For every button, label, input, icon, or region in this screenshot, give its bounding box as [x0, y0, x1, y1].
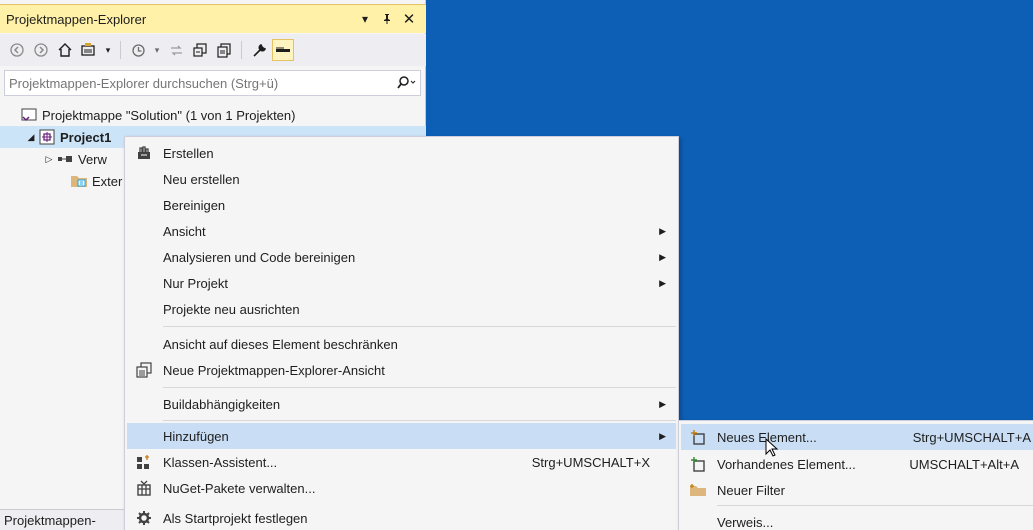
- collapse-icon[interactable]: [189, 39, 211, 61]
- menu-item-add[interactable]: Hinzufügen ▶: [127, 423, 676, 449]
- folder-icon: [70, 173, 88, 189]
- back-icon[interactable]: [6, 39, 28, 61]
- menu-item-build-dependencies[interactable]: Buildabhängigkeiten ▶: [127, 391, 676, 417]
- menu-item-project-only[interactable]: Nur Projekt ▶: [127, 270, 676, 296]
- menu-item-set-startup[interactable]: Als Startprojekt festlegen: [127, 505, 676, 530]
- switch-views-icon[interactable]: [78, 39, 100, 61]
- menu-label: Erstellen: [163, 145, 214, 161]
- tree-item-external[interactable]: Exter: [70, 170, 122, 192]
- search-input[interactable]: [9, 75, 392, 91]
- forward-icon[interactable]: [30, 39, 52, 61]
- tree-item-references[interactable]: ▷ Verw: [42, 148, 107, 170]
- menu-label: Hinzufügen: [163, 428, 229, 444]
- submenu-arrow-icon: ▶: [659, 251, 666, 262]
- home-icon[interactable]: [54, 39, 76, 61]
- menu-item-view[interactable]: Ansicht ▶: [127, 218, 676, 244]
- settings-icon: [127, 510, 161, 526]
- solution-icon: [20, 107, 38, 123]
- submenu-item-new-filter[interactable]: Neuer Filter: [681, 477, 1033, 503]
- menu-item-scope-to-this[interactable]: Ansicht auf dieses Element beschränken: [127, 331, 676, 357]
- pin-icon[interactable]: [378, 10, 396, 28]
- panel-title: Projektmappen-Explorer: [6, 11, 147, 27]
- menu-label: Neu erstellen: [163, 171, 240, 187]
- tree-item-solution[interactable]: Projektmappe "Solution" (1 von 1 Projekt…: [20, 104, 295, 126]
- solution-label: Projektmappe "Solution" (1 von 1 Projekt…: [42, 107, 296, 123]
- panel-toolbar: ▾ ▾: [0, 34, 426, 66]
- menu-label: Buildabhängigkeiten: [163, 396, 281, 412]
- menu-item-build[interactable]: Erstellen: [127, 140, 676, 166]
- menu-label: Klassen-Assistent...: [163, 454, 278, 470]
- properties-icon[interactable]: [248, 39, 270, 61]
- window-position-dropdown-icon[interactable]: ▾: [356, 10, 374, 28]
- menu-label: Verweis...: [717, 514, 774, 530]
- collapse-arrow-icon[interactable]: ◢: [24, 132, 38, 143]
- close-icon[interactable]: ✕: [400, 10, 418, 28]
- toolbar-separator: [241, 41, 242, 59]
- menu-label: Ansicht auf dieses Element beschränken: [163, 336, 398, 352]
- menu-label: Nur Projekt: [163, 275, 229, 291]
- menu-separator: [163, 387, 676, 388]
- menu-shortcut: Strg+UMSCHALT+X: [531, 454, 650, 470]
- expand-arrow-icon[interactable]: ▷: [42, 154, 56, 165]
- submenu-arrow-icon: ▶: [659, 398, 666, 409]
- project-label: Project1: [60, 129, 112, 145]
- existing-item-icon: [681, 456, 715, 472]
- menu-label: Neue Projektmappen-Explorer-Ansicht: [163, 362, 385, 378]
- references-label: Verw: [78, 151, 107, 167]
- preview-icon[interactable]: [272, 39, 294, 61]
- context-menu: Erstellen Neu erstellen Bereinigen Ansic…: [124, 136, 679, 530]
- menu-item-rebuild[interactable]: Neu erstellen: [127, 166, 676, 192]
- menu-label: Vorhandenes Element...: [717, 456, 856, 472]
- references-icon: [56, 151, 74, 167]
- project-icon: [38, 129, 56, 145]
- menu-separator: [163, 420, 676, 421]
- build-icon: [127, 145, 161, 161]
- menu-item-analyze[interactable]: Analysieren und Code bereinigen ▶: [127, 244, 676, 270]
- submenu-item-new-item[interactable]: Neues Element... Strg+UMSCHALT+A: [681, 424, 1033, 450]
- menu-item-class-wizard[interactable]: Klassen-Assistent... Strg+UMSCHALT+X: [127, 449, 676, 475]
- history-icon[interactable]: [127, 39, 149, 61]
- toolbar-separator: [120, 41, 121, 59]
- submenu-arrow-icon: ▶: [659, 430, 666, 441]
- menu-label: Analysieren und Code bereinigen: [163, 249, 356, 265]
- menu-label: Als Startprojekt festlegen: [163, 510, 308, 526]
- menu-shortcut: Strg+UMSCHALT+A: [912, 429, 1031, 445]
- menu-item-new-explorer-view[interactable]: Neue Projektmappen-Explorer-Ansicht: [127, 357, 676, 383]
- nuget-icon: [127, 480, 161, 496]
- history-dropdown-icon[interactable]: ▾: [151, 39, 163, 61]
- menu-separator: [163, 326, 676, 327]
- menu-label: Neuer Filter: [717, 482, 785, 498]
- search-box[interactable]: [4, 70, 421, 96]
- status-label: Projektmappen-: [4, 512, 96, 528]
- menu-separator: [717, 505, 1033, 506]
- sync-icon[interactable]: [165, 39, 187, 61]
- class-wizard-icon: [127, 454, 161, 470]
- panel-title-bar[interactable]: Projektmappen-Explorer ▾ ✕: [0, 4, 426, 33]
- show-all-files-icon[interactable]: [213, 39, 235, 61]
- external-label: Exter: [92, 173, 123, 189]
- submenu-arrow-icon: ▶: [659, 225, 666, 236]
- menu-label: Projekte neu ausrichten: [163, 301, 300, 317]
- menu-shortcut: UMSCHALT+Alt+A: [909, 456, 1019, 472]
- search-icon[interactable]: [392, 76, 420, 90]
- submenu-item-existing-item[interactable]: Vorhandenes Element... UMSCHALT+Alt+A: [681, 451, 1033, 477]
- submenu-item-reference[interactable]: Verweis...: [681, 509, 1033, 530]
- switch-views-dropdown-icon[interactable]: ▾: [102, 39, 114, 61]
- menu-item-retarget[interactable]: Projekte neu ausrichten: [127, 296, 676, 322]
- new-view-icon: [127, 362, 161, 378]
- filter-icon: [681, 483, 715, 497]
- menu-label: Ansicht: [163, 223, 206, 239]
- menu-label: Neues Element...: [717, 429, 817, 445]
- menu-label: Bereinigen: [163, 197, 226, 213]
- menu-label: NuGet-Pakete verwalten...: [163, 480, 316, 496]
- menu-item-nuget[interactable]: NuGet-Pakete verwalten...: [127, 475, 676, 501]
- menu-item-clean[interactable]: Bereinigen: [127, 192, 676, 218]
- new-item-icon: [681, 429, 715, 445]
- add-submenu: Neues Element... Strg+UMSCHALT+A Vorhand…: [678, 420, 1033, 530]
- submenu-arrow-icon: ▶: [659, 277, 666, 288]
- mouse-cursor-icon: [765, 438, 779, 457]
